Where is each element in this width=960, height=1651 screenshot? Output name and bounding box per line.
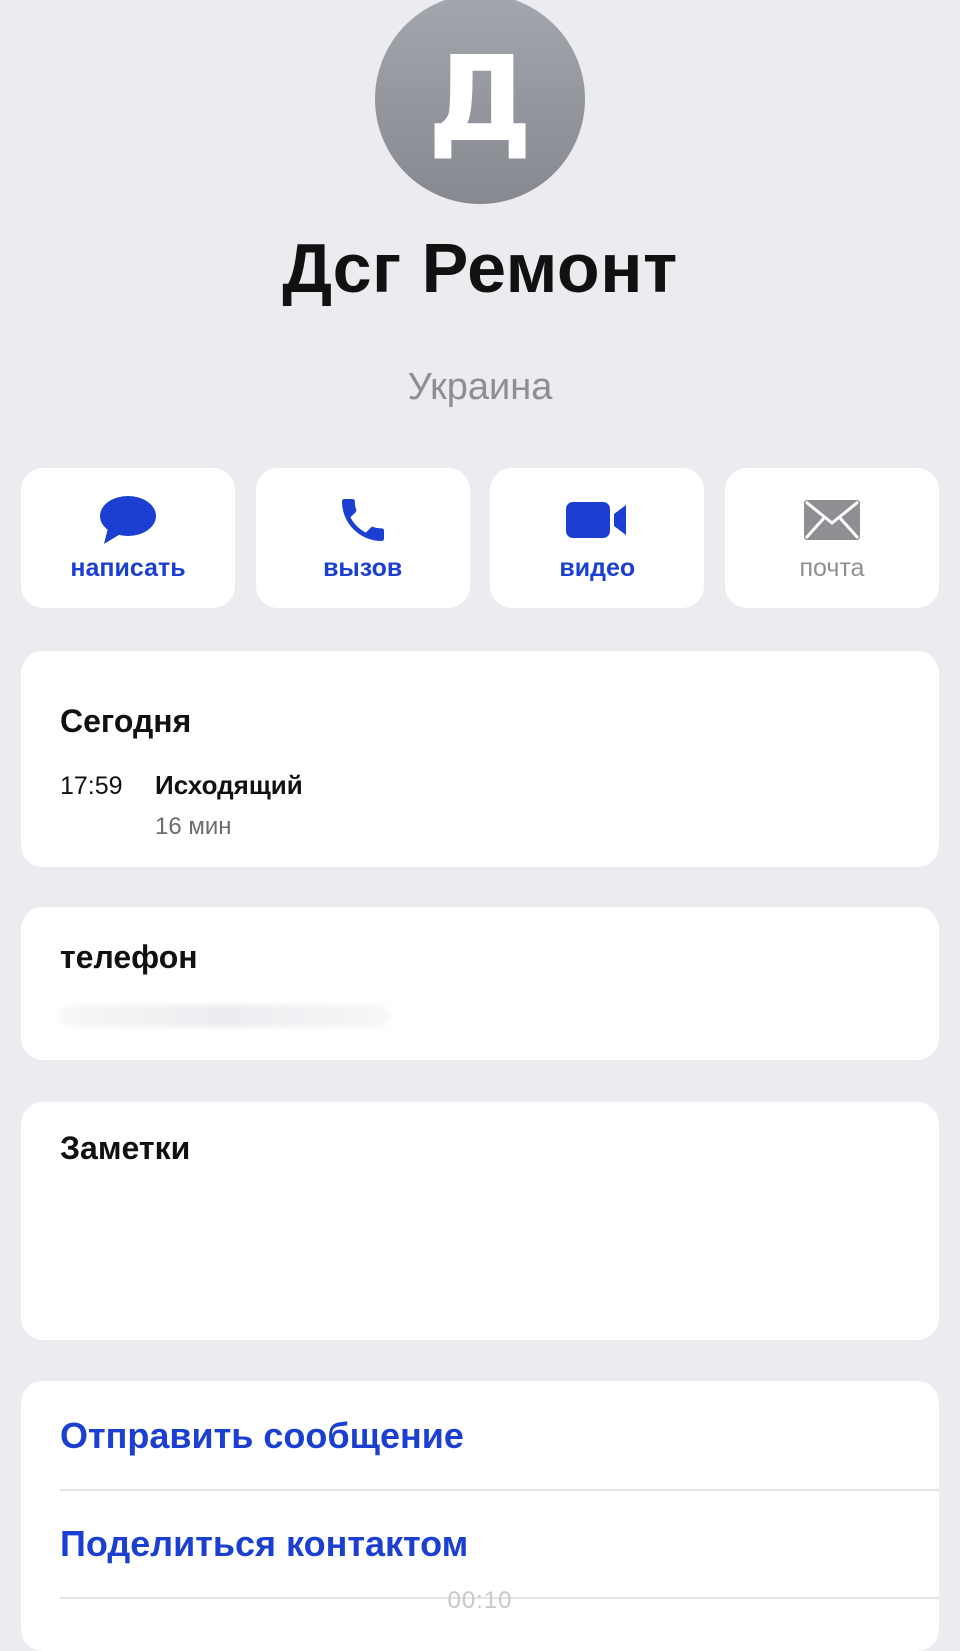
video-button[interactable]: видео bbox=[490, 468, 705, 608]
notes-card[interactable]: Заметки bbox=[21, 1102, 939, 1340]
phone-icon bbox=[328, 492, 398, 548]
phone-card[interactable]: телефон bbox=[21, 907, 939, 1060]
video-camera-icon bbox=[562, 492, 632, 548]
video-button-label: видео bbox=[559, 554, 636, 582]
divider bbox=[60, 1489, 939, 1491]
recents-date-heading: Сегодня bbox=[60, 703, 192, 739]
mail-button-label: почта bbox=[799, 554, 865, 582]
contact-name: Дсг Ремонт bbox=[282, 229, 678, 307]
mail-button[interactable]: почта bbox=[724, 468, 939, 608]
contact-country: Украина bbox=[407, 366, 553, 408]
notes-label: Заметки bbox=[60, 1130, 191, 1166]
recent-calls-card: Сегодня 17:59 Исходящий 16 мин bbox=[21, 651, 939, 867]
phone-label: телефон bbox=[60, 939, 198, 975]
call-button[interactable]: вызов bbox=[255, 468, 470, 608]
call-time: 17:59 bbox=[60, 772, 123, 800]
send-message-link[interactable]: Отправить сообщение bbox=[60, 1415, 464, 1457]
action-buttons: написать вызов видео почта bbox=[21, 468, 939, 608]
phone-number-blurred[interactable] bbox=[60, 1005, 390, 1027]
call-type: Исходящий bbox=[155, 770, 303, 800]
call-button-label: вызов bbox=[323, 554, 403, 582]
message-button-label: написать bbox=[70, 554, 186, 582]
message-button[interactable]: написать bbox=[21, 468, 235, 608]
call-duration: 16 мин bbox=[155, 813, 232, 840]
share-contact-link[interactable]: Поделиться контактом bbox=[60, 1523, 468, 1565]
recording-timer: 00:10 bbox=[447, 1587, 513, 1614]
mail-envelope-icon bbox=[797, 492, 867, 548]
message-bubble-icon bbox=[93, 492, 163, 548]
avatar: Д bbox=[375, 0, 585, 204]
